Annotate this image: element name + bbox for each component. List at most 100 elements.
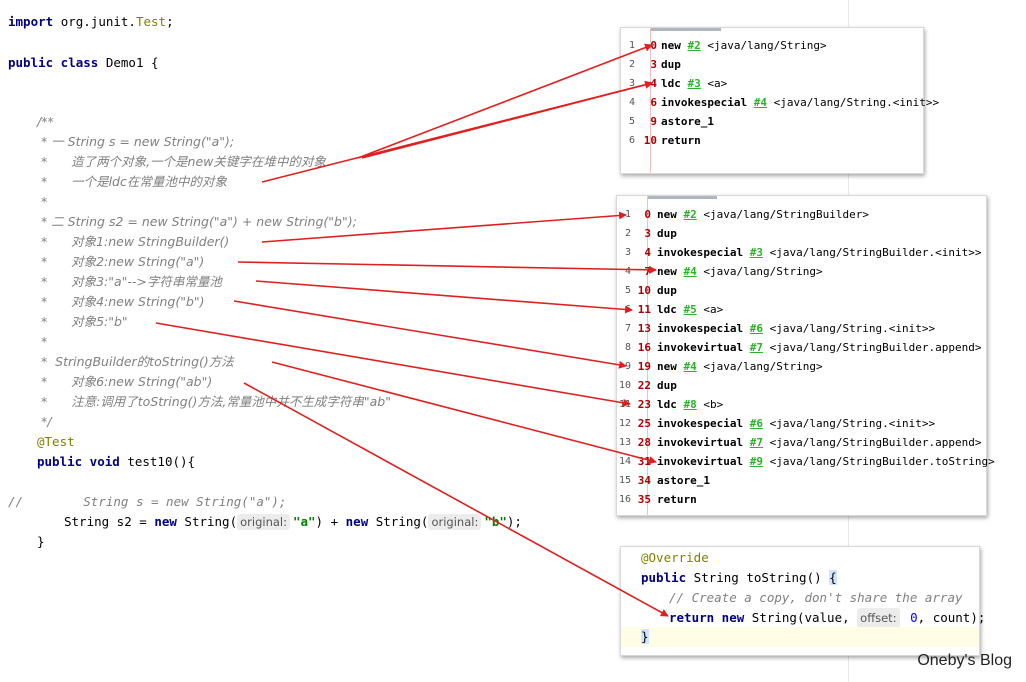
comment-line: * 对象2:new String("a") xyxy=(37,254,205,269)
opcode: invokevirtual xyxy=(657,455,744,468)
bytecode-instruction: invokevirtual #7 <java/lang/StringBuilde… xyxy=(657,433,982,452)
statement-line: String s2 = new String(original: "a") + n… xyxy=(64,514,522,530)
opcode: ldc xyxy=(657,303,677,316)
bytecode-offset: 3 xyxy=(650,58,657,71)
bytecode-offset: 13 xyxy=(637,322,651,335)
bytecode-instruction: astore_1 xyxy=(661,112,727,131)
import-line: import org.junit.Test; xyxy=(8,14,174,29)
opcode: new xyxy=(661,39,681,52)
bytecode-instruction: new #2 <java/lang/StringBuilder> xyxy=(657,205,869,224)
constant-pool-ref[interactable]: #4 xyxy=(754,96,767,109)
opcode: invokespecial xyxy=(657,417,744,430)
bytecode-offset: 35 xyxy=(637,493,651,506)
comment-line: * 造了两个对象,一个是new关键字在堆中的对象 xyxy=(37,154,326,169)
bytecode-row: 8 16 invokevirtual #7 <java/lang/StringBui… xyxy=(617,338,986,357)
bytecode-row: 6 10 return xyxy=(621,131,923,150)
bytecode-offset: 19 xyxy=(637,360,651,373)
bytecode-offset: 6 xyxy=(650,96,657,109)
blog-watermark: Oneby's Blog xyxy=(917,652,1012,669)
closing-brace: } xyxy=(37,534,45,549)
constant-pool-ref[interactable]: #2 xyxy=(684,208,697,221)
opcode: astore_1 xyxy=(657,474,710,487)
bytecode-offset: 7 xyxy=(644,265,651,278)
opcode: return xyxy=(661,134,701,147)
constant-pool-ref[interactable]: #6 xyxy=(750,322,763,335)
method-declaration: public void test10(){ xyxy=(37,454,196,469)
bytecode-instruction: invokevirtual #7 <java/lang/StringBuilde… xyxy=(657,338,982,357)
constant-pool-ref[interactable]: #4 xyxy=(684,360,697,373)
bytecode-row: 7 13 invokespecial #6 <java/lang/String.<i… xyxy=(617,319,986,338)
bytecode-panel-1: 1 0 new #2 <java/lang/String> 2 3 dup 3 4 ldc #… xyxy=(620,27,939,174)
bytecode-offset: 28 xyxy=(637,436,651,449)
test-annotation: @Test xyxy=(37,434,75,449)
constant-pool-ref[interactable]: #8 xyxy=(684,398,697,411)
comment-line: * 注意:调用了toString()方法,常量池中并不生成字符串"ab" xyxy=(37,394,391,409)
comment-line: /** xyxy=(37,114,54,129)
operand-comment: <java/lang/String> xyxy=(703,265,823,278)
bytecode-instruction: invokespecial #6 <java/lang/String.<init… xyxy=(657,319,935,338)
operand-comment: <java/lang/StringBuilder.append> xyxy=(769,436,982,449)
bytecode-row: 15 34 astore_1 xyxy=(617,471,986,490)
bytecode-row: 1 0 new #2 <java/lang/StringBuilder> xyxy=(617,205,986,224)
bytecode-row: 9 19 new #4 <java/lang/String> xyxy=(617,357,986,376)
bytecode-offset: 4 xyxy=(644,246,651,259)
bytecode-offset: 4 xyxy=(650,77,657,90)
operand-comment: <java/lang/String> xyxy=(703,360,823,373)
comment-line: * 对象1:new StringBuilder() xyxy=(37,234,230,249)
bytecode-offset: 11 xyxy=(637,303,651,316)
constant-pool-ref[interactable]: #7 xyxy=(750,341,763,354)
bytecode-row: 10 22 dup xyxy=(617,376,986,395)
bytecode-instruction: ldc #5 <a> xyxy=(657,300,723,319)
bytecode-row: 5 9 astore_1 xyxy=(621,112,923,131)
operand-comment: <java/lang/String.<init>> xyxy=(769,417,936,430)
bytecode-row: 16 35 return xyxy=(617,490,986,509)
bytecode-offset: 3 xyxy=(644,227,651,240)
bytecode-instruction: ldc #3 <a> xyxy=(661,74,727,93)
comment-line: * 对象6:new String("ab") xyxy=(37,374,213,389)
caret-line-highlight xyxy=(621,627,979,647)
opcode: ldc xyxy=(661,77,681,90)
bytecode-row: 4 6 invokespecial #4 <java/lang/String.<in… xyxy=(621,93,939,112)
bytecode-offset: 23 xyxy=(637,398,651,411)
constant-pool-ref[interactable]: #9 xyxy=(750,455,763,468)
constant-pool-ref[interactable]: #3 xyxy=(750,246,763,259)
bytecode-instruction: new #4 <java/lang/String> xyxy=(657,357,823,376)
bytecode-row: 5 10 dup xyxy=(617,281,986,300)
bytecode-offset: 0 xyxy=(644,208,651,221)
bytecode-instruction: invokespecial #3 <java/lang/StringBuilde… xyxy=(657,243,982,262)
constant-pool-ref[interactable]: #2 xyxy=(688,39,701,52)
bytecode-row: 13 28 invokevirtual #7 <java/lang/StringBu… xyxy=(617,433,986,452)
bytecode-row: 3 4 invokespecial #3 <java/lang/StringBuil… xyxy=(617,243,986,262)
operand-comment: <b> xyxy=(703,398,724,411)
opcode: new xyxy=(657,360,677,373)
opcode: invokespecial xyxy=(657,246,744,259)
tostring-declaration: public String toString() { xyxy=(641,570,837,585)
constant-pool-ref[interactable]: #3 xyxy=(688,77,701,90)
comment-line: * 对象3:"a"-->字符串常量池 xyxy=(37,274,222,289)
bytecode-offset: 25 xyxy=(637,417,651,430)
operand-comment: <a> xyxy=(703,303,724,316)
bytecode-offset: 9 xyxy=(650,115,657,128)
constant-pool-ref[interactable]: #5 xyxy=(684,303,697,316)
comment-line: * xyxy=(37,194,48,209)
bytecode-offset: 16 xyxy=(637,341,651,354)
panel-tab-indicator xyxy=(651,28,721,31)
bytecode-instruction: new #2 <java/lang/String> xyxy=(661,36,827,55)
constant-pool-ref[interactable]: #6 xyxy=(750,417,763,430)
param-hint: original: xyxy=(428,514,482,530)
override-annotation: @Override xyxy=(641,550,709,565)
constant-pool-ref[interactable]: #4 xyxy=(684,265,697,278)
comment-line: */ xyxy=(37,414,52,429)
comment-line: * 二 String s2 = new String("a") + new St… xyxy=(37,214,357,229)
operand-comment: <java/lang/StringBuilder.<init>> xyxy=(769,246,982,259)
bytecode-instruction: return xyxy=(661,131,714,150)
tostring-source-panel: @Override public String toString() { // … xyxy=(620,546,985,656)
comment-line: * 一 String s = new String("a"); xyxy=(37,134,235,149)
bytecode-offset: 10 xyxy=(637,284,651,297)
closing-brace: } xyxy=(641,629,649,644)
param-hint: original: xyxy=(237,514,290,530)
constant-pool-ref[interactable]: #7 xyxy=(750,436,763,449)
opcode: return xyxy=(657,493,697,506)
bytecode-instruction: dup xyxy=(657,224,690,243)
opcode: invokevirtual xyxy=(657,341,744,354)
